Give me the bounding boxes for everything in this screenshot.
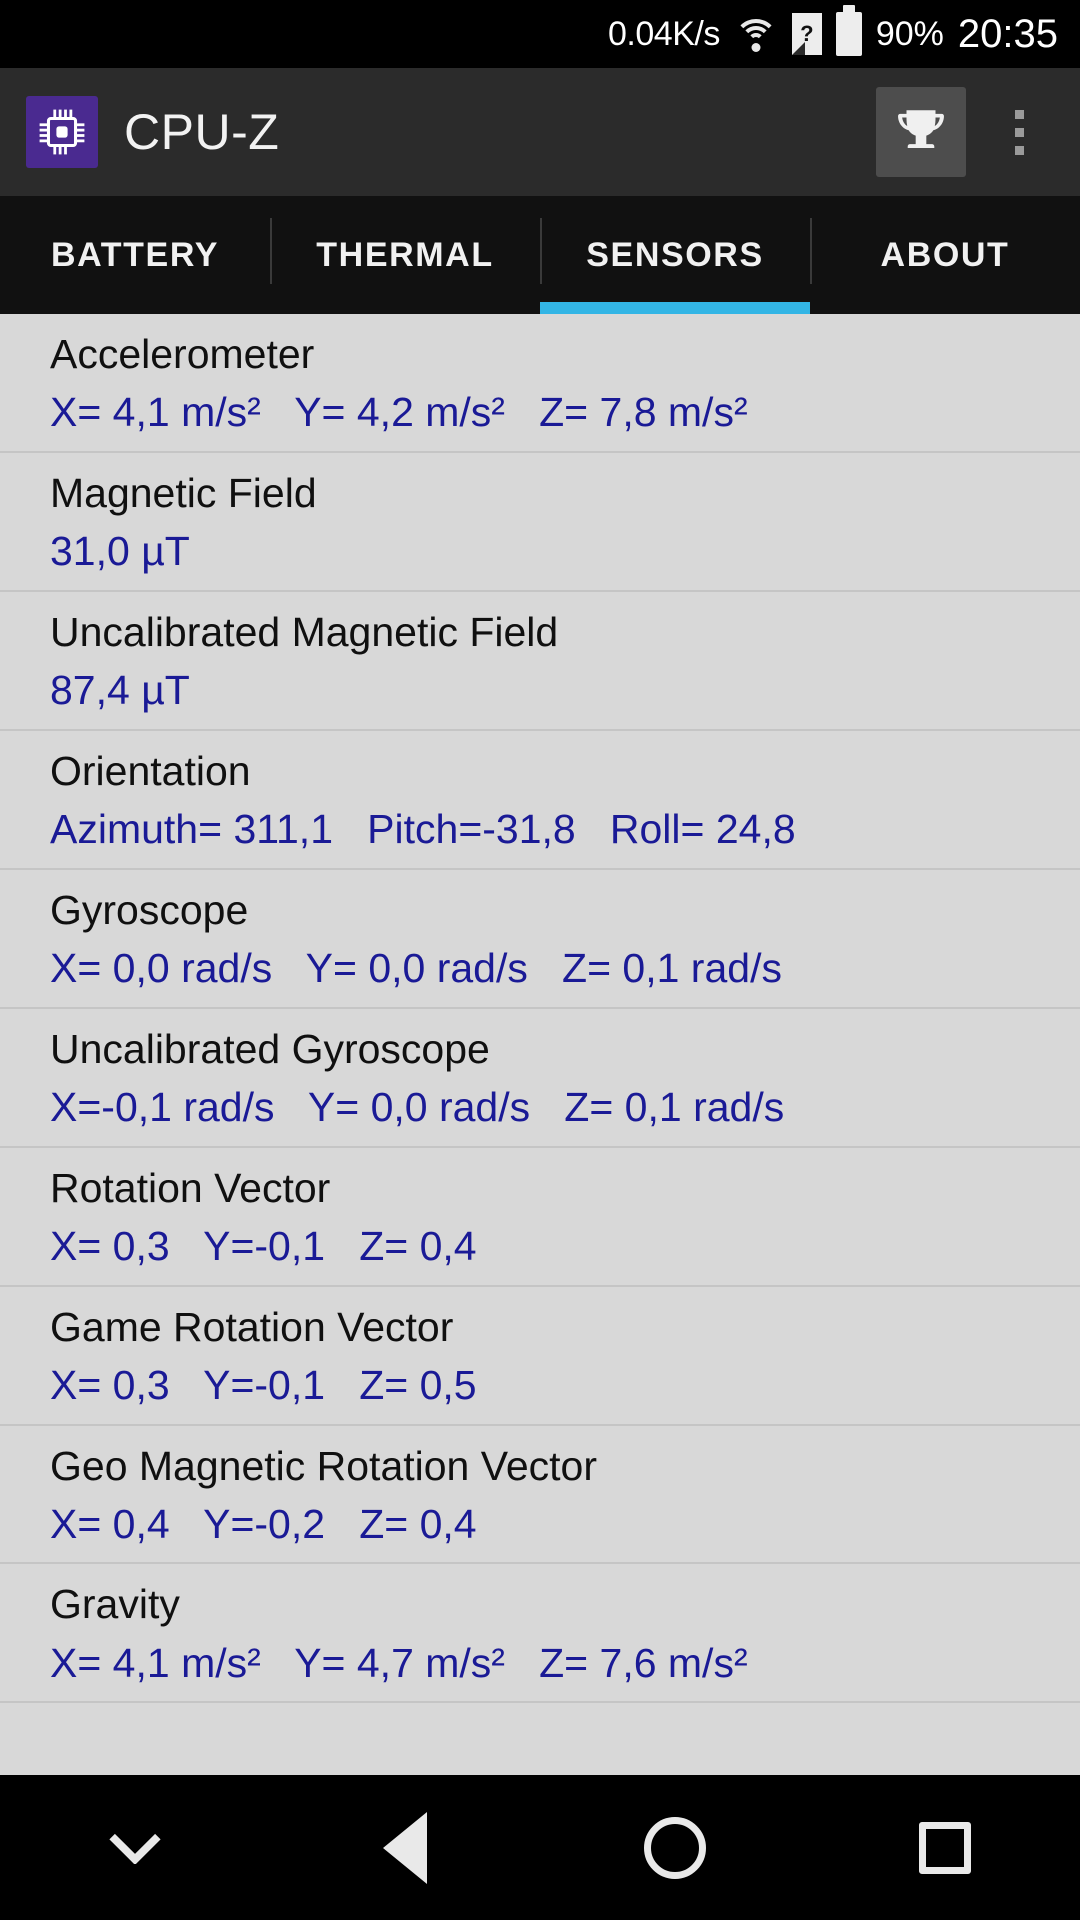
sensor-name: Accelerometer	[50, 331, 315, 377]
phone-screen: 0.04K/s ? 90% 20:35 CPU-Z BATTERY THERMA…	[0, 0, 1080, 1920]
wifi-icon	[733, 17, 778, 52]
page-title: CPU-Z	[124, 104, 280, 160]
sensor-name: Rotation Vector	[50, 1164, 331, 1211]
sensor-values: 87,4 µT	[50, 667, 190, 714]
tab-label: ABOUT	[880, 235, 1010, 274]
sensor-row[interactable]: Accelerometer X= 4,1 m/s² Y= 4,2 m/s² Z= …	[0, 314, 1080, 453]
sensor-values: X= 0,4 Y=-0,2 Z= 0,4	[50, 1500, 477, 1547]
tab-label: BATTERY	[51, 235, 219, 274]
sensor-values: X= 0,3 Y=-0,1 Z= 0,4	[50, 1223, 477, 1270]
sensor-values: X= 4,1 m/s² Y= 4,7 m/s² Z= 7,6 m/s²	[50, 1639, 748, 1686]
sensor-name: Orientation	[50, 747, 251, 794]
sensor-name: Gravity	[50, 1581, 180, 1628]
navigation-bar	[0, 1775, 1080, 1920]
sensor-values: 31,0 µT	[50, 528, 190, 575]
sensor-row[interactable]: Game Rotation Vector X= 0,3 Y=-0,1 Z= 0,5	[0, 1287, 1080, 1426]
battery-icon	[835, 12, 862, 56]
sensor-row[interactable]: Gyroscope X= 0,0 rad/s Y= 0,0 rad/s Z= 0,…	[0, 870, 1080, 1009]
sensor-name: Uncalibrated Gyroscope	[50, 1025, 490, 1072]
sensor-name: Magnetic Field	[50, 469, 317, 516]
sensor-row[interactable]: Linear AccelerationX= 0,6 m/s² Y=-0,4 m/…	[0, 1703, 1080, 1716]
battery-percent-text: 90%	[875, 14, 944, 53]
back-icon	[383, 1811, 427, 1884]
sensor-name: Geo Magnetic Rotation Vector	[50, 1442, 597, 1489]
hide-keyboard-button[interactable]	[0, 1832, 270, 1864]
back-button[interactable]	[270, 1811, 540, 1884]
sensor-row[interactable]: Orientation Azimuth= 311,1 Pitch=-31,8 Ro…	[0, 731, 1080, 870]
sensor-list[interactable]: Accelerometer X= 4,1 m/s² Y= 4,2 m/s² Z= …	[0, 314, 1080, 1716]
tab-thermal[interactable]: THERMAL	[270, 196, 540, 314]
status-bar-clock: 20:35	[957, 11, 1058, 56]
trophy-icon[interactable]	[876, 87, 966, 177]
sensor-row[interactable]: Geo Magnetic Rotation Vector X= 0,4 Y=-0,…	[0, 1426, 1080, 1565]
network-speed-text: 0.04K/s	[608, 14, 720, 53]
tab-label: THERMAL	[316, 235, 494, 274]
overflow-menu-icon[interactable]	[984, 87, 1054, 177]
sensor-values: X=-0,1 rad/s Y= 0,0 rad/s Z= 0,1 rad/s	[50, 1084, 785, 1131]
tab-label: SENSORS	[586, 235, 764, 274]
sensor-values: X= 4,1 m/s² Y= 4,2 m/s² Z= 7,8 m/s²	[50, 389, 748, 436]
sim-unknown-icon: ?	[791, 13, 822, 55]
home-button[interactable]	[540, 1816, 810, 1879]
sensor-row[interactable]: Gravity X= 4,1 m/s² Y= 4,7 m/s² Z= 7,6 m/…	[0, 1564, 1080, 1704]
recents-button[interactable]	[810, 1821, 1080, 1874]
sensor-values: X= 0,3 Y=-0,1 Z= 0,5	[50, 1362, 477, 1409]
tab-selected-indicator	[540, 302, 810, 314]
chevron-down-icon	[109, 1833, 161, 1864]
tab-sensors[interactable]: SENSORS	[540, 196, 810, 314]
sensor-row[interactable]: Magnetic Field 31,0 µT	[0, 453, 1080, 592]
tab-battery[interactable]: BATTERY	[0, 196, 270, 314]
home-icon	[644, 1816, 706, 1879]
sensor-row[interactable]: Uncalibrated Gyroscope X=-0,1 rad/s Y= 0,…	[0, 1009, 1080, 1148]
app-bar: CPU-Z	[0, 68, 1080, 196]
sensor-name: Game Rotation Vector	[50, 1303, 454, 1350]
recents-icon	[919, 1821, 971, 1874]
tab-bar: BATTERY THERMAL SENSORS ABOUT	[0, 196, 1080, 314]
sensor-name: Gyroscope	[50, 886, 249, 933]
sensor-values: X= 0,0 rad/s Y= 0,0 rad/s Z= 0,1 rad/s	[50, 945, 782, 992]
sensor-name: Uncalibrated Magnetic Field	[50, 608, 559, 655]
sensor-values: Azimuth= 311,1 Pitch=-31,8 Roll= 24,8	[50, 806, 796, 853]
cpu-chip-icon	[26, 96, 98, 168]
tab-about[interactable]: ABOUT	[810, 196, 1080, 314]
status-bar: 0.04K/s ? 90% 20:35	[0, 0, 1080, 68]
sensor-row[interactable]: Rotation Vector X= 0,3 Y=-0,1 Z= 0,4	[0, 1148, 1080, 1287]
sensor-row[interactable]: Uncalibrated Magnetic Field 87,4 µT	[0, 592, 1080, 731]
